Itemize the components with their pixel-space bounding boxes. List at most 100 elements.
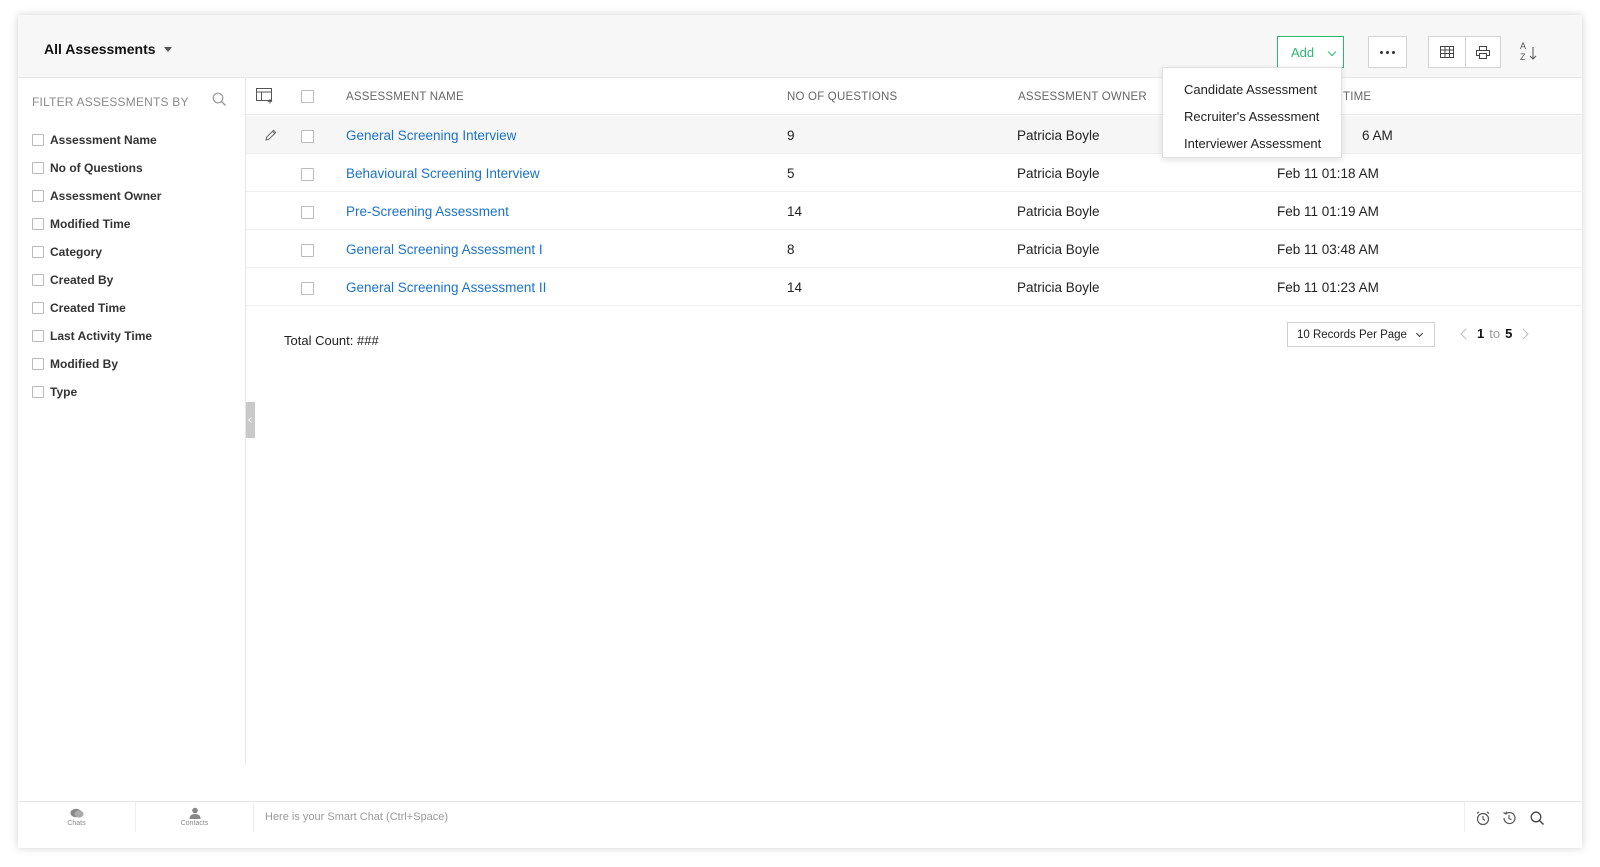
select-all-checkbox[interactable]	[301, 90, 314, 103]
menu-item-recruiter-assessment[interactable]: Recruiter's Assessment	[1163, 103, 1341, 130]
questions-count: 5	[787, 166, 795, 181]
contacts-button[interactable]: Contacts	[136, 802, 254, 832]
questions-count: 14	[787, 204, 803, 219]
filter-last-activity-time[interactable]: Last Activity Time	[32, 322, 161, 350]
filter-label: Category	[50, 245, 103, 259]
filter-no-of-questions[interactable]: No of Questions	[32, 154, 161, 182]
filter-label: Created Time	[50, 301, 126, 315]
table-icon	[1439, 46, 1454, 58]
column-settings-button[interactable]	[256, 88, 274, 109]
add-button[interactable]: Add	[1277, 36, 1344, 68]
checkbox[interactable]	[32, 190, 44, 202]
chats-button[interactable]: Chats	[18, 802, 136, 832]
dot-icon	[1392, 50, 1395, 54]
row-checkbox[interactable]	[301, 206, 314, 219]
checkbox[interactable]	[32, 162, 44, 174]
add-dropdown-menu: Candidate Assessment Recruiter's Assessm…	[1162, 67, 1342, 158]
column-header-name[interactable]: ASSESSMENT NAME	[346, 91, 464, 103]
records-per-page-select[interactable]: 10 Records Per Page	[1287, 322, 1435, 347]
column-settings-icon	[256, 88, 273, 104]
filter-sidebar: FILTER ASSESSMENTS BY Assessment Name No…	[18, 78, 246, 764]
assessment-owner: Patricia Boyle	[1017, 204, 1100, 219]
filter-created-by[interactable]: Created By	[32, 266, 161, 294]
more-options-button[interactable]	[1368, 36, 1407, 68]
table-row[interactable]: Behavioural Screening Interview 5 Patric…	[246, 154, 1582, 192]
filter-created-time[interactable]: Created Time	[32, 294, 161, 322]
assessment-name-link[interactable]: General Screening Interview	[346, 128, 516, 143]
checkbox[interactable]	[32, 358, 44, 370]
add-button-label: Add	[1291, 44, 1315, 60]
column-header-time[interactable]: TIME	[1343, 91, 1371, 103]
view-selector[interactable]: All Assessments	[44, 41, 172, 57]
table-row[interactable]: General Screening Assessment II 14 Patri…	[246, 268, 1582, 306]
filter-label: No of Questions	[50, 161, 143, 175]
edit-row-button[interactable]	[264, 128, 278, 147]
filter-category[interactable]: Category	[32, 238, 161, 266]
menu-item-interviewer-assessment[interactable]: Interviewer Assessment	[1163, 130, 1341, 157]
filter-type[interactable]: Type	[32, 378, 161, 406]
print-icon	[1475, 45, 1490, 59]
bottom-bar: Chats Contacts Here is your Smart Chat (…	[18, 801, 1582, 848]
filter-label: Modified By	[50, 357, 118, 371]
print-button[interactable]	[1464, 37, 1501, 67]
modified-time: Feb 11 01:18 AM	[1277, 166, 1379, 181]
chevron-down-icon	[1327, 47, 1337, 57]
reminder-button[interactable]	[1472, 807, 1494, 829]
filter-title: FILTER ASSESSMENTS BY	[32, 95, 189, 109]
assessment-name-link[interactable]: General Screening Assessment I	[346, 242, 543, 257]
sort-az-icon: A Z	[1520, 41, 1537, 62]
table-row[interactable]: General Screening Interview 9 Patricia B…	[246, 116, 1582, 154]
column-header-questions[interactable]: NO OF QUESTIONS	[787, 91, 897, 103]
filter-label: Type	[50, 385, 78, 399]
filter-search-button[interactable]	[212, 92, 227, 112]
checkbox[interactable]	[32, 330, 44, 342]
chats-label: Chats	[67, 819, 86, 827]
prev-page-arrow-icon[interactable]	[1460, 327, 1472, 340]
sort-az-button[interactable]: A Z	[1518, 39, 1542, 65]
checkbox[interactable]	[32, 246, 44, 258]
app-window: All Assessments Add A Z FILTER ASSESSMEN…	[18, 15, 1582, 848]
search-icon	[212, 92, 226, 106]
modified-time: Feb 11 03:48 AM	[1277, 242, 1379, 257]
assessment-owner: Patricia Boyle	[1017, 242, 1100, 257]
table-header: ASSESSMENT NAME NO OF QUESTIONS ASSESSME…	[246, 78, 1582, 115]
row-checkbox[interactable]	[301, 130, 314, 143]
filter-label: Created By	[50, 273, 114, 287]
smart-chat-input[interactable]: Here is your Smart Chat (Ctrl+Space)	[255, 802, 1465, 832]
filter-label: Last Activity Time	[50, 329, 153, 343]
modified-time: 6 AM	[1362, 128, 1393, 143]
filter-assessment-owner[interactable]: Assessment Owner	[32, 182, 161, 210]
row-checkbox[interactable]	[301, 168, 314, 181]
assessment-name-link[interactable]: Pre-Screening Assessment	[346, 204, 509, 219]
global-search-button[interactable]	[1526, 807, 1548, 829]
table-row[interactable]: Pre-Screening Assessment 14 Patricia Boy…	[246, 192, 1582, 230]
checkbox[interactable]	[32, 274, 44, 286]
assessment-name-link[interactable]: Behavioural Screening Interview	[346, 166, 540, 181]
checkbox[interactable]	[32, 302, 44, 314]
checkbox[interactable]	[32, 218, 44, 230]
column-header-owner[interactable]: ASSESSMENT OWNER	[1018, 91, 1147, 103]
checkbox[interactable]	[32, 386, 44, 398]
row-checkbox[interactable]	[301, 282, 314, 295]
table-footer: Total Count: ### 10 Records Per Page 1 t…	[246, 310, 1582, 360]
filter-label: Assessment Name	[50, 133, 157, 147]
table-view-button[interactable]	[1429, 37, 1465, 67]
contact-icon	[189, 807, 200, 819]
filter-modified-time[interactable]: Modified Time	[32, 210, 161, 238]
row-checkbox[interactable]	[301, 244, 314, 257]
total-count: Total Count: ###	[284, 333, 379, 348]
alarm-clock-icon	[1476, 811, 1490, 826]
next-page-arrow-icon[interactable]	[1517, 327, 1529, 340]
table-row[interactable]: General Screening Assessment I 8 Patrici…	[246, 230, 1582, 268]
caret-down-icon	[163, 46, 172, 52]
filter-assessment-name[interactable]: Assessment Name	[32, 126, 161, 154]
view-selector-label: All Assessments	[44, 41, 156, 57]
history-button[interactable]	[1498, 807, 1520, 829]
filter-list: Assessment Name No of Questions Assessme…	[32, 126, 161, 406]
filter-modified-by[interactable]: Modified By	[32, 350, 161, 378]
svg-text:Z: Z	[1520, 52, 1526, 62]
assessment-name-link[interactable]: General Screening Assessment II	[346, 280, 546, 295]
checkbox[interactable]	[32, 134, 44, 146]
modified-time: Feb 11 01:23 AM	[1277, 280, 1379, 295]
menu-item-candidate-assessment[interactable]: Candidate Assessment	[1163, 76, 1341, 103]
